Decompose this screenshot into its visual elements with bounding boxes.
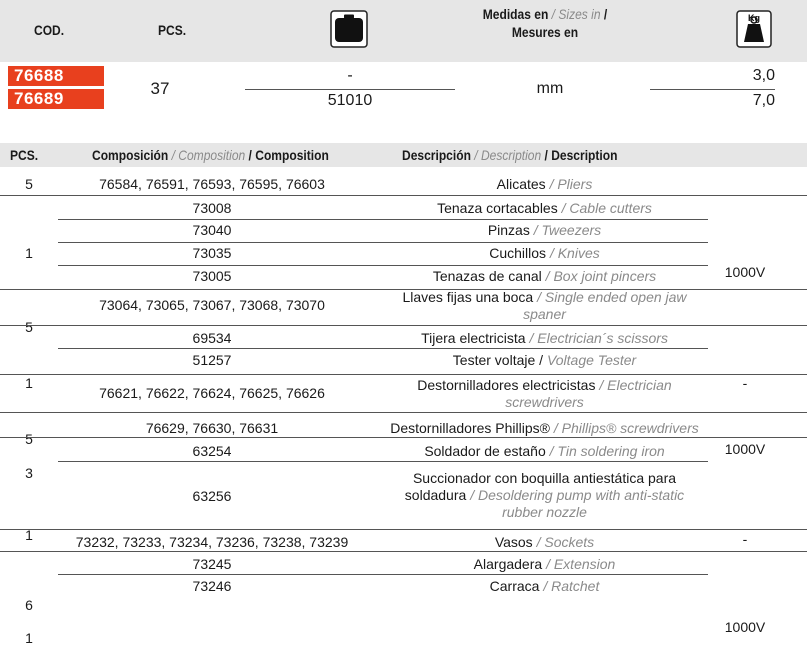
product-pcs: 37 bbox=[150, 79, 170, 98]
unit-value: mm bbox=[536, 80, 564, 97]
composition-cell: 73035 bbox=[192, 245, 232, 261]
description-cell: Vasos / Sockets bbox=[494, 534, 595, 550]
description-cell: Tijera electricista / Electrician´s scis… bbox=[421, 330, 668, 346]
sizes-label-es: Medidas en bbox=[482, 6, 549, 22]
voltage-divider bbox=[708, 529, 807, 530]
composition-cell: 76629, 76630, 76631 bbox=[145, 420, 279, 436]
comp-header-es: Composición bbox=[92, 147, 169, 163]
weight-kg-icon: Kg bbox=[736, 10, 772, 48]
pcs-cell: 1 bbox=[25, 630, 33, 646]
composition-cell: 63256 bbox=[192, 488, 232, 504]
pcs-cell: 5 bbox=[25, 319, 33, 335]
description-cell: Carraca / Ratchet bbox=[489, 578, 600, 594]
comp-header-fr: / Composition bbox=[248, 147, 329, 163]
composition-cell: 73064, 73065, 73067, 73068, 73070 bbox=[99, 297, 325, 313]
dim-value: - bbox=[347, 67, 353, 84]
row-divider bbox=[0, 289, 807, 290]
row-divider bbox=[0, 551, 807, 552]
row-divider bbox=[0, 437, 807, 438]
composition-cell: 76584, 76591, 76593, 76595, 76603 bbox=[99, 176, 325, 192]
pcs-header: PCS. bbox=[158, 22, 187, 38]
sizes-header: Medidas en / Sizes in / bbox=[472, 6, 618, 22]
subrow-divider bbox=[58, 265, 708, 266]
sizes-label-fr: Mesures en bbox=[511, 24, 579, 40]
voltage-divider bbox=[708, 374, 807, 375]
desc-header-es: Descripción bbox=[402, 147, 471, 163]
description-cell: Destornilladores Phillips® / Phillips® s… bbox=[390, 420, 699, 436]
composition-cell: 63254 bbox=[192, 443, 232, 459]
weight-value: 3,0 bbox=[752, 67, 775, 84]
description-cell: Succionador con boquilla antiestática pa… bbox=[404, 470, 685, 520]
composition-cell: 73008 bbox=[192, 200, 232, 216]
divider bbox=[650, 89, 775, 90]
divider bbox=[245, 89, 455, 90]
pcs-cell: 1 bbox=[25, 245, 33, 261]
composition-cell: 73245 bbox=[192, 556, 232, 572]
product-header-band bbox=[0, 0, 807, 62]
description-cell: Tenaza cortacables / Cable cutters bbox=[437, 200, 652, 216]
product-code: 76689 bbox=[8, 89, 104, 109]
description-cell: Llaves fijas una boca / Single ended ope… bbox=[402, 289, 687, 322]
pcs-cell: 5 bbox=[25, 176, 33, 192]
voltage-cell: 1000V bbox=[724, 619, 766, 635]
description-cell: Tenazas de canal / Box joint pincers bbox=[432, 268, 657, 284]
subrow-divider bbox=[58, 219, 708, 220]
weight-value: 7,0 bbox=[752, 92, 775, 109]
description-cell: Alargadera / Extension bbox=[473, 556, 616, 572]
description-cell: Destornilladores electricistas / Electri… bbox=[417, 377, 672, 410]
table-description-header: Descripción / Description / Description bbox=[402, 147, 617, 163]
dim-value: 51010 bbox=[327, 92, 373, 109]
row-divider bbox=[0, 325, 807, 326]
product-code: 76688 bbox=[8, 66, 104, 86]
pcs-cell: 5 bbox=[25, 431, 33, 447]
description-cell: Pinzas / Tweezers bbox=[487, 222, 602, 238]
weight-icon-label: Kg bbox=[748, 13, 760, 23]
comp-header-en: / Composition bbox=[171, 147, 246, 163]
voltage-divider bbox=[708, 437, 807, 438]
composition-cell: 73246 bbox=[192, 578, 232, 594]
row-divider bbox=[0, 195, 807, 196]
pcs-cell: 6 bbox=[25, 597, 33, 613]
table-composition-header: Composición / Composition / Composition bbox=[92, 147, 329, 163]
sizes-label-en: / Sizes in bbox=[551, 6, 601, 22]
description-cell: Soldador de estaño / Tin soldering iron bbox=[424, 443, 665, 459]
composition-cell: 69534 bbox=[192, 330, 232, 346]
row-divider bbox=[0, 529, 807, 530]
composition-cell: 51257 bbox=[192, 352, 232, 368]
sizes-label-sep: / bbox=[603, 6, 608, 22]
subrow-divider bbox=[58, 348, 708, 349]
description-cell: Cuchillos / Knives bbox=[489, 245, 600, 261]
composition-cell: 73040 bbox=[192, 222, 232, 238]
row-divider bbox=[0, 412, 807, 413]
subrow-divider bbox=[58, 574, 708, 575]
pcs-cell: 3 bbox=[25, 465, 33, 481]
composition-cell: 76621, 76622, 76624, 76625, 76626 bbox=[99, 385, 325, 401]
subrow-divider bbox=[58, 461, 708, 462]
description-cell: Tester voltaje / Voltage Tester bbox=[452, 352, 637, 368]
description-cell: Alicates / Pliers bbox=[496, 176, 593, 192]
table-pcs-header: PCS. bbox=[10, 147, 39, 163]
row-divider bbox=[0, 374, 807, 375]
composition-cell: 73005 bbox=[192, 268, 232, 284]
voltage-divider bbox=[708, 325, 807, 326]
desc-header-en: / Description bbox=[474, 147, 542, 163]
cod-header: COD. bbox=[34, 22, 65, 38]
case-icon bbox=[330, 10, 368, 48]
composition-cell: 73232, 73233, 73234, 73236, 73238, 73239 bbox=[75, 534, 349, 550]
desc-header-fr: / Description bbox=[544, 147, 618, 163]
subrow-divider bbox=[58, 242, 708, 243]
pcs-cell: 1 bbox=[25, 375, 33, 391]
